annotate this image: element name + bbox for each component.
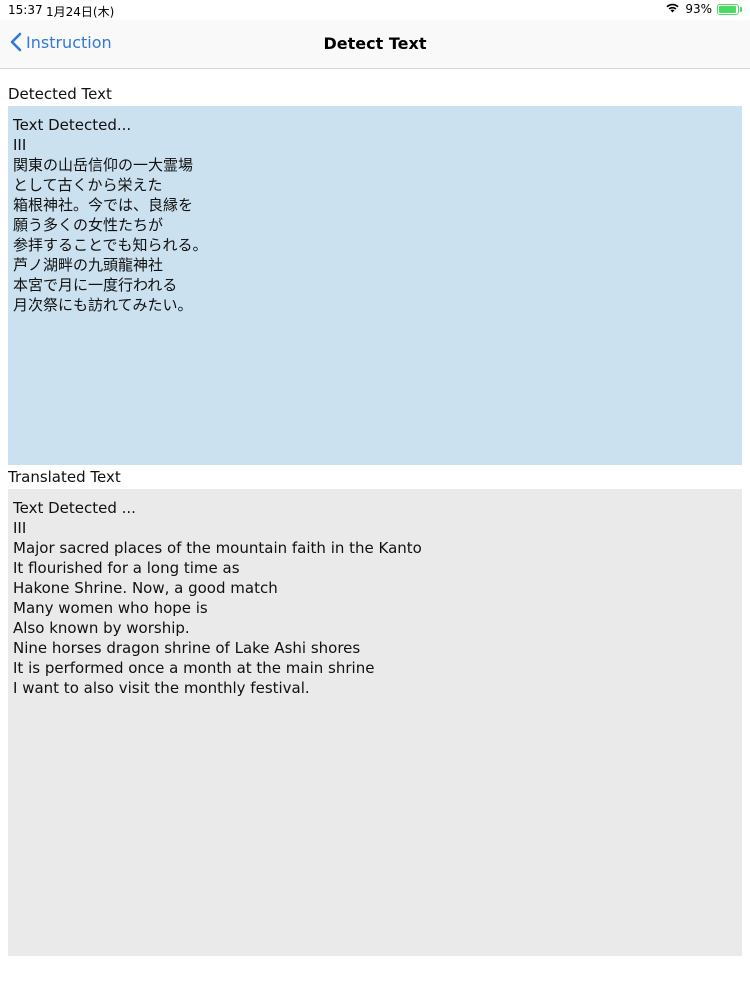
status-date: 1月24日(木) (46, 5, 115, 19)
battery-tip (740, 6, 742, 12)
translated-text-area[interactable]: Text Detected ... III Major sacred place… (8, 489, 742, 956)
wifi-icon (665, 2, 680, 16)
navigation-bar: Instruction Detect Text (0, 20, 750, 69)
detected-text-label: Detected Text (8, 85, 112, 103)
battery-fill (719, 5, 736, 13)
status-bar: 15:37 1月24日(木) 93% (0, 0, 750, 20)
page-title: Detect Text (323, 34, 427, 53)
battery-percent: 93% (685, 2, 712, 16)
battery-icon (717, 3, 739, 15)
screen: 15:37 1月24日(木) 93% Instruction Detect Te… (0, 0, 750, 1000)
detected-text-area[interactable]: Text Detected... III 関東の山岳信仰の一大霊場 として古くか… (8, 106, 742, 465)
status-time: 15:37 (8, 3, 43, 17)
status-indicators: 93% (665, 2, 742, 16)
translated-text-label: Translated Text (8, 468, 121, 486)
